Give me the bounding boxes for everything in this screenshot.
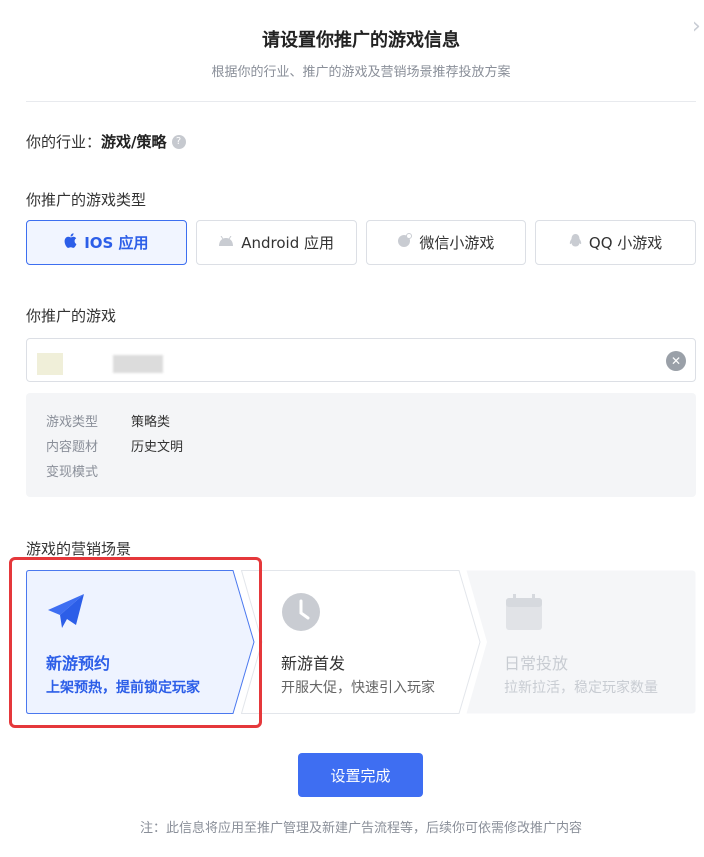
game-details-panel: 游戏类型 策略类 内容题材 历史文明 变现模式: [26, 393, 696, 497]
type-option-android[interactable]: Android 应用: [195, 220, 357, 265]
question-circle-icon[interactable]: ?: [171, 134, 186, 149]
type-option-label: IOS 应用: [84, 234, 149, 252]
scene-label: 游戏的营销场景: [26, 540, 132, 558]
detail-value: 策略类: [131, 415, 171, 430]
divider: [26, 101, 696, 102]
scene-title: 日常投放: [504, 654, 569, 673]
industry-value: 游戏/策略: [101, 133, 167, 151]
scene-title: 新游首发: [281, 654, 346, 673]
dialog-subtitle: 根据你的行业、推广的游戏及营销场景推荐投放方案: [211, 65, 511, 80]
done-button[interactable]: 设置完成: [298, 753, 423, 797]
detail-row: 内容题材 历史文明: [46, 436, 676, 461]
game-label: 你推广的游戏: [26, 307, 117, 325]
game-type-label: 你推广的游戏类型: [26, 191, 147, 209]
clock-icon: [282, 593, 320, 631]
type-option-label: 微信小游戏: [419, 234, 495, 252]
type-option-label: Android 应用: [241, 234, 334, 252]
detail-value: 历史文明: [131, 440, 184, 455]
type-option-label: QQ 小游戏: [588, 234, 663, 252]
scene-option-launch[interactable]: 新游首发 开服大促，快速引入玩家: [241, 570, 481, 714]
detail-key: 内容题材: [46, 440, 99, 455]
detail-row: 变现模式: [46, 461, 676, 486]
game-name-redacted: [113, 355, 163, 373]
calendar-icon: [506, 594, 542, 630]
qq-icon: [569, 233, 582, 252]
detail-row: 游戏类型 策略类: [46, 411, 676, 436]
clear-icon[interactable]: ✕: [666, 351, 686, 371]
game-type-selector: IOS 应用 Android 应用 微信小游戏 QQ 小游戏: [26, 220, 696, 265]
scene-option-daily: 日常投放 拉新拉活，稳定玩家数量: [466, 570, 696, 714]
type-option-qq-minigame[interactable]: QQ 小游戏: [535, 220, 696, 265]
android-icon: [218, 235, 234, 250]
game-select-input[interactable]: ✕: [26, 338, 696, 382]
game-icon-redacted: [37, 353, 63, 375]
detail-key: 游戏类型: [46, 415, 99, 430]
industry-row: 你的行业： 游戏/策略 ?: [26, 131, 186, 152]
detail-key: 变现模式: [46, 465, 99, 480]
type-option-wechat-minigame[interactable]: 微信小游戏: [365, 220, 527, 265]
scene-desc: 开服大促，快速引入玩家: [281, 680, 435, 696]
annotation-highlight-box: [9, 557, 262, 728]
scene-desc: 拉新拉活，稳定玩家数量: [504, 680, 658, 696]
dialog-title: 请设置你推广的游戏信息: [262, 30, 460, 51]
footer-note: 注：此信息将应用至推广管理及新建广告流程等，后续你可依需修改推广内容: [139, 821, 582, 836]
apple-icon: [64, 233, 77, 252]
type-option-ios[interactable]: IOS 应用: [26, 220, 187, 265]
industry-label: 你的行业：: [26, 133, 102, 151]
wechat-minigame-icon: [397, 233, 413, 252]
